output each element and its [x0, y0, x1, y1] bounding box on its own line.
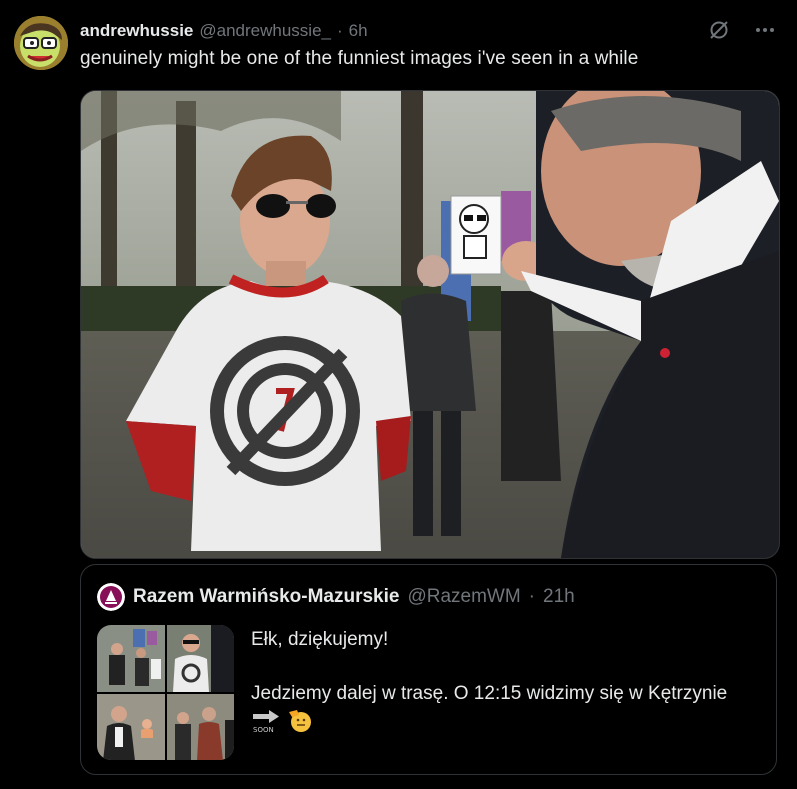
quoted-image-4[interactable]: [166, 693, 234, 760]
quoted-tweet-time[interactable]: 21h: [543, 586, 575, 608]
quoted-author-avatar[interactable]: [97, 583, 125, 611]
separator-dot: ·: [528, 586, 535, 607]
author-handle[interactable]: @andrewhussie_: [199, 21, 331, 41]
tweet-header: andrewhussie @andrewhussie_ · 6h: [80, 20, 368, 42]
quoted-tweet[interactable]: Razem Warmińsko-Mazurskie @RazemWM · 21h: [80, 564, 777, 775]
quoted-author-handle[interactable]: @RazemWM: [407, 586, 520, 608]
quoted-image-2[interactable]: [166, 625, 234, 692]
quoted-tweet-line-1: Ełk, dziękujemy!: [251, 629, 389, 650]
more-icon[interactable]: [753, 18, 777, 42]
quoted-tweet-header: Razem Warmińsko-Mazurskie @RazemWM · 21h: [97, 583, 575, 611]
tweet-time[interactable]: 6h: [349, 21, 368, 41]
quoted-author-name[interactable]: Razem Warmińsko-Mazurskie: [133, 586, 399, 608]
emoji-row: SOON: [251, 708, 766, 741]
soon-label: SOON: [253, 726, 274, 734]
tweet-actions-top: [707, 18, 777, 42]
tweet-text: genuinely might be one of the funniest i…: [80, 48, 639, 69]
quoted-tweet-text: Ełk, dziękujemy! Jedziemy dalej w trasę.…: [251, 627, 766, 741]
quoted-image-3[interactable]: [97, 693, 165, 760]
quoted-image-grid[interactable]: [97, 625, 234, 760]
saluting-face-icon: [287, 708, 313, 741]
quoted-image-1[interactable]: [97, 625, 165, 692]
tweet-photo[interactable]: [80, 90, 780, 559]
grok-icon[interactable]: [707, 18, 731, 42]
author-avatar[interactable]: [14, 16, 68, 70]
soon-arrow-icon: SOON: [251, 708, 281, 741]
author-name[interactable]: andrewhussie: [80, 21, 193, 41]
separator-dot: ·: [336, 21, 343, 40]
quoted-tweet-line-2: Jedziemy dalej w trasę. O 12:15 widzimy …: [251, 683, 728, 704]
